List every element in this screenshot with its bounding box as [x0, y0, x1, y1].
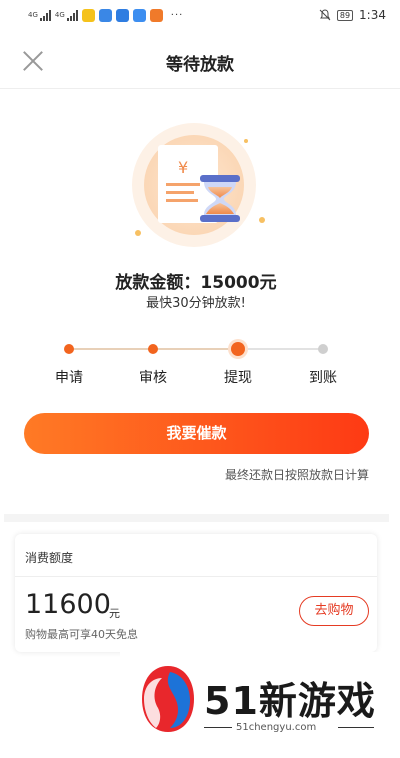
status-right: 89 1:34 — [319, 8, 386, 22]
credit-description: 购物最高可享40天免息 — [25, 628, 138, 641]
clock: 1:34 — [359, 8, 386, 22]
app-notification-icon — [81, 8, 95, 22]
app-notification-icon-4 — [132, 8, 146, 22]
progress-line-pending — [238, 348, 323, 350]
loan-amount: 放款金额：15000元 — [0, 268, 392, 293]
watermark-logo-icon — [142, 666, 194, 732]
header-divider — [0, 88, 400, 89]
watermark-url: 51chengyu.com — [236, 722, 317, 733]
signal-icon — [39, 9, 51, 21]
network-type-2: 4G — [54, 10, 65, 19]
go-shopping-button[interactable]: 去购物 — [299, 596, 369, 626]
status-bar: 4G 4G ··· 89 1:34 — [0, 0, 400, 30]
network-type-1: 4G — [28, 10, 38, 19]
consumer-credit-card: 消费额度 11600 元 购物最高可享40天免息 去购物 — [15, 534, 377, 652]
app-notification-icon-2 — [98, 8, 112, 22]
step-dot-3 — [231, 342, 245, 356]
watermark-brand: 51新游戏 — [204, 679, 376, 723]
loan-amount-label: 放款金额： — [115, 273, 201, 293]
step-dot-1 — [64, 344, 74, 354]
mute-bell-icon — [319, 9, 331, 21]
step-dot-2 — [148, 344, 158, 354]
card-divider — [15, 576, 377, 577]
watermark-rule-right — [338, 727, 374, 728]
section-divider — [4, 514, 389, 522]
loan-subtitle: 最快30分钟放款! — [146, 296, 246, 311]
credit-card-title: 消费额度 — [25, 551, 74, 565]
credit-limit-unit: 元 — [109, 607, 120, 620]
repayment-note: 最终还款日按照放款日计算 — [224, 468, 369, 482]
step-dot-4 — [318, 344, 328, 354]
app-notification-icon-3 — [115, 8, 129, 22]
step-label-4: 到账 — [309, 370, 337, 386]
watermark-rule-left — [204, 727, 232, 728]
header: 等待放款 — [0, 38, 400, 84]
page-title: 等待放款 — [166, 55, 234, 75]
battery-icon: 89 — [336, 9, 354, 21]
loan-amount-value: 15000元 — [200, 273, 277, 293]
urge-payout-button[interactable]: 我要催款 — [24, 413, 369, 454]
app-notification-icon-5 — [149, 8, 163, 22]
yen-symbol: ¥ — [178, 158, 188, 177]
more-notifications-icon: ··· — [170, 9, 184, 21]
status-left: 4G 4G ··· — [28, 8, 184, 22]
step-label-2: 审核 — [139, 370, 167, 386]
site-watermark: 51新游戏 51chengyu.com — [120, 652, 400, 758]
signal-icon-2 — [66, 9, 78, 21]
step-label-1: 申请 — [55, 370, 83, 386]
step-label-3: 提现 — [224, 370, 252, 386]
payout-waiting-illustration: ¥ — [132, 123, 265, 247]
credit-limit-value: 11600 — [25, 589, 111, 620]
